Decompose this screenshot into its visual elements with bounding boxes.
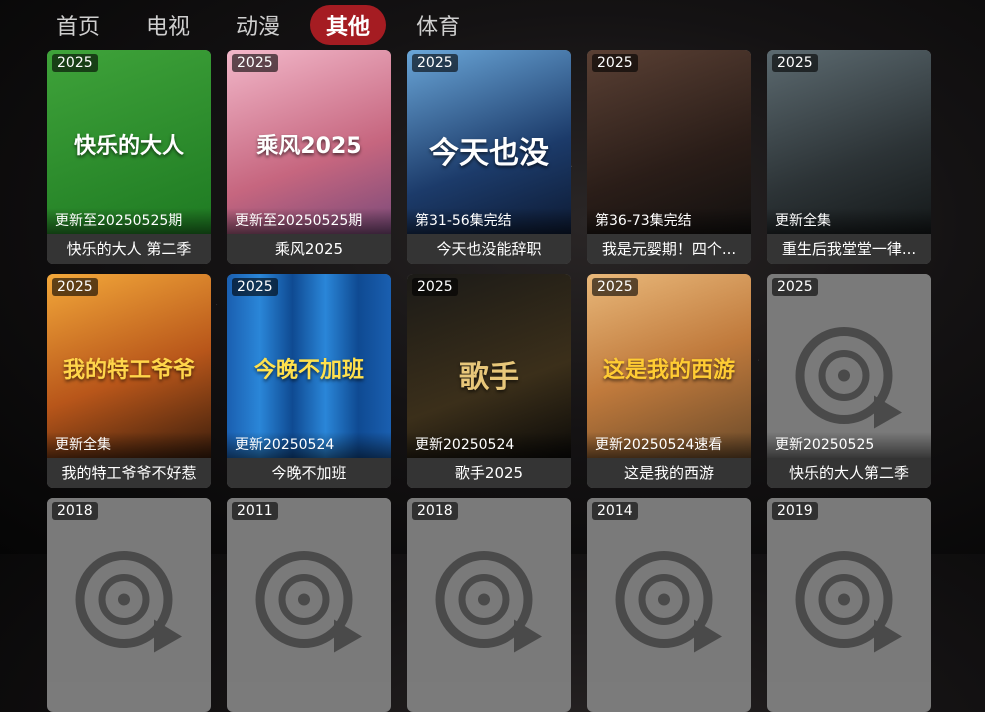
video-title: 乘风2025 [227,234,391,264]
video-card[interactable]: 快乐的大人 2025 更新至20250525期 快乐的大人 第二季 [47,50,211,264]
video-card[interactable]: 这是我的西游 2025 更新20250524速看 这是我的西游 [587,274,751,488]
update-status: 第36-73集完结 [587,208,751,234]
year-badge: 2018 [412,502,458,520]
year-badge: 2025 [772,278,818,296]
video-title: 今晚不加班 [227,458,391,488]
video-card[interactable]: 今晚不加班 2025 更新20250524 今晚不加班 [227,274,391,488]
year-badge: 2011 [232,502,278,520]
year-badge: 2018 [52,502,98,520]
year-badge: 2025 [52,278,98,296]
video-title: 重生后我堂堂一律... [767,234,931,264]
year-badge: 2025 [592,54,638,72]
video-card[interactable]: 2025 更新全集 重生后我堂堂一律... [767,50,931,264]
year-badge: 2014 [592,502,638,520]
video-card[interactable]: 乘风2025 2025 更新至20250525期 乘风2025 [227,50,391,264]
category-tabs: 首页 电视 动漫 其他 体育 [40,4,490,46]
video-card[interactable]: 2025 第36-73集完结 我是元婴期！四个... [587,50,751,264]
poster-title-art: 今天也没 [429,136,549,171]
year-badge: 2019 [772,502,818,520]
video-placeholder-icon [435,551,542,653]
video-placeholder-icon [795,551,902,653]
video-card[interactable]: 2014 [587,498,751,712]
video-card[interactable]: 2018 [407,498,571,712]
update-status: 第31-56集完结 [407,208,571,234]
video-card[interactable]: 2019 [767,498,931,712]
video-title: 今天也没能辞职 [407,234,571,264]
video-title: 这是我的西游 [587,458,751,488]
poster-title-art: 歌手 [459,360,519,395]
year-badge: 2025 [232,54,278,72]
year-badge: 2025 [772,54,818,72]
video-card[interactable]: 2025 更新20250525 快乐的大人第二季 [767,274,931,488]
poster-title-art: 乘风2025 [256,134,362,159]
update-status: 更新20250524速看 [587,432,751,458]
year-badge: 2025 [412,54,458,72]
year-badge: 2025 [52,54,98,72]
poster-title-art: 这是我的西游 [602,358,735,383]
update-status: 更新至20250525期 [47,208,211,234]
update-status: 更新20250524 [227,432,391,458]
video-title: 我的特工爷爷不好惹 [47,458,211,488]
tab-other[interactable]: 其他 [310,5,387,45]
video-title: 我是元婴期！四个... [587,234,751,264]
video-title: 快乐的大人第二季 [767,458,931,488]
year-badge: 2025 [412,278,458,296]
video-placeholder-icon [795,327,902,429]
video-card[interactable]: 歌手 2025 更新20250524 歌手2025 [407,274,571,488]
video-title: 歌手2025 [407,458,571,488]
update-status: 更新全集 [767,208,931,234]
tab-tv[interactable]: 电视 [130,5,206,45]
video-card[interactable]: 今天也没 2025 第31-56集完结 今天也没能辞职 [407,50,571,264]
update-status: 更新全集 [47,432,211,458]
year-badge: 2025 [592,278,638,296]
poster-title-art: 今晚不加班 [253,358,364,383]
poster-image [587,50,751,234]
poster-title-art: 我的特工爷爷 [62,358,195,383]
update-status: 更新20250524 [407,432,571,458]
poster-title-art: 快乐的大人 [73,134,184,159]
update-status: 更新20250525 [767,432,931,458]
video-placeholder-icon [255,551,362,653]
year-badge: 2025 [232,278,278,296]
tab-sports[interactable]: 体育 [400,5,476,45]
tab-home[interactable]: 首页 [40,5,116,45]
video-card[interactable]: 2011 [227,498,391,712]
tab-anime[interactable]: 动漫 [220,5,296,45]
video-card[interactable]: 我的特工爷爷 2025 更新全集 我的特工爷爷不好惹 [47,274,211,488]
poster-image [767,50,931,234]
video-placeholder-icon [615,551,722,653]
video-card[interactable]: 2018 [47,498,211,712]
video-placeholder-icon [75,551,182,653]
update-status: 更新至20250525期 [227,208,391,234]
video-title: 快乐的大人 第二季 [47,234,211,264]
